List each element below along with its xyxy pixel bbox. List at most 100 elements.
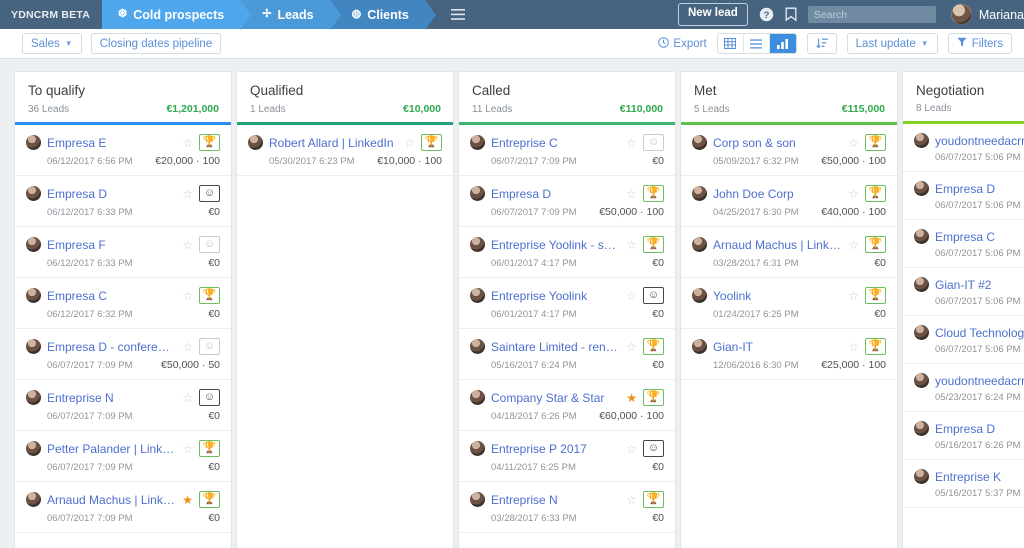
lead-name-link[interactable]: Cloud Technology xyxy=(935,326,1024,340)
lead-name-link[interactable]: Entreprise N xyxy=(47,391,176,405)
lead-card[interactable]: Entreprise N☆🏆03/28/2017 6:33 PM€0 xyxy=(459,482,675,533)
pipeline-name-button[interactable]: Closing dates pipeline xyxy=(91,33,222,54)
sort-dropdown-button[interactable]: Last update ▼ xyxy=(847,33,938,54)
tab-cold-prospects[interactable]: ❆Cold prospects xyxy=(102,0,240,29)
lead-card[interactable]: Entreprise N☆☺06/07/2017 7:09 PM€0 xyxy=(15,380,231,431)
lead-card[interactable]: Entreprise K☆05/16/2017 5:37 PM xyxy=(903,460,1024,508)
lead-name-link[interactable]: Empresa D - conference xyxy=(47,340,176,354)
search-input[interactable] xyxy=(808,6,936,23)
lead-card[interactable]: Empresa D☆☺06/12/2017 6:33 PM€0 xyxy=(15,176,231,227)
lead-card[interactable]: John Doe Corp☆🏆04/25/2017 6:30 PM€40,000… xyxy=(681,176,897,227)
tab-leads[interactable]: ✢Leads xyxy=(240,0,329,29)
user-menu[interactable]: Mariana xyxy=(947,4,1024,25)
lead-name-link[interactable]: Empresa D xyxy=(47,187,176,201)
smiley-badge-icon[interactable]: ☺ xyxy=(199,185,220,202)
star-icon[interactable]: ☆ xyxy=(626,341,637,353)
star-icon[interactable]: ☆ xyxy=(182,290,193,302)
lead-name-link[interactable]: Saintare Limited - renouve... xyxy=(491,340,620,354)
lead-card[interactable]: Arnaud Machus | LinkedIn☆🏆03/28/2017 6:3… xyxy=(681,227,897,278)
lead-name-link[interactable]: Arnaud Machus | LinkedIn xyxy=(713,238,842,252)
trophy-badge-icon[interactable]: 🏆 xyxy=(865,338,886,355)
star-icon[interactable]: ☆ xyxy=(848,239,859,251)
lead-name-link[interactable]: Entreprise Yoolink - sémin... xyxy=(491,238,620,252)
trophy-badge-icon[interactable]: 🏆 xyxy=(199,287,220,304)
star-icon[interactable]: ☆ xyxy=(182,341,193,353)
star-icon[interactable]: ☆ xyxy=(848,290,859,302)
trophy-badge-icon[interactable]: 🏆 xyxy=(643,338,664,355)
lead-name-link[interactable]: Empresa C xyxy=(47,289,176,303)
smiley-badge-icon[interactable]: ☺ xyxy=(199,236,220,253)
star-icon[interactable]: ☆ xyxy=(182,239,193,251)
lead-name-link[interactable]: John Doe Corp xyxy=(713,187,842,201)
lead-name-link[interactable]: Entreprise K xyxy=(935,470,1024,484)
hamburger-icon[interactable] xyxy=(437,0,479,29)
trophy-badge-icon[interactable]: 🏆 xyxy=(199,134,220,151)
star-icon[interactable]: ☆ xyxy=(182,188,193,200)
lead-card[interactable]: youdontneedacrm☆05/23/2017 6:24 PM xyxy=(903,364,1024,412)
smiley-badge-icon[interactable]: ☺ xyxy=(643,440,664,457)
lead-card[interactable]: Company Star & Star★🏆04/18/2017 6:26 PM€… xyxy=(459,380,675,431)
lead-name-link[interactable]: Empresa D xyxy=(935,422,1024,436)
lead-card[interactable]: Corp son & son☆🏆05/09/2017 6:32 PM€50,00… xyxy=(681,125,897,176)
lead-name-link[interactable]: Robert Allard | LinkedIn xyxy=(269,136,398,150)
star-icon[interactable]: ☆ xyxy=(182,137,193,149)
star-icon[interactable]: ☆ xyxy=(404,137,415,149)
star-icon[interactable]: ☆ xyxy=(626,239,637,251)
star-icon[interactable]: ★ xyxy=(626,392,637,404)
star-icon[interactable]: ☆ xyxy=(182,443,193,455)
lead-card[interactable]: Empresa C☆06/07/2017 5:06 PM xyxy=(903,220,1024,268)
lead-card[interactable]: Empresa D - conference☆☺06/07/2017 7:09 … xyxy=(15,329,231,380)
lead-name-link[interactable]: youdontneedacrm xyxy=(935,374,1024,388)
list-view-icon[interactable] xyxy=(744,34,770,53)
star-icon[interactable]: ★ xyxy=(182,494,193,506)
smiley-badge-icon[interactable]: ☺ xyxy=(199,338,220,355)
lead-card[interactable]: Arnaud Machus | LinkedIn★🏆06/07/2017 7:0… xyxy=(15,482,231,533)
smiley-badge-icon[interactable]: ☺ xyxy=(643,134,664,151)
trophy-badge-icon[interactable]: 🏆 xyxy=(199,440,220,457)
lead-name-link[interactable]: Gian-IT xyxy=(713,340,842,354)
star-icon[interactable]: ☆ xyxy=(626,137,637,149)
lead-name-link[interactable]: Corp son & son xyxy=(713,136,842,150)
tab-clients[interactable]: ◍Clients xyxy=(330,0,425,29)
trophy-badge-icon[interactable]: 🏆 xyxy=(865,134,886,151)
sort-descending-icon[interactable] xyxy=(807,33,837,54)
lead-name-link[interactable]: Gian-IT #2 xyxy=(935,278,1024,292)
lead-name-link[interactable]: Entreprise N xyxy=(491,493,620,507)
lead-card[interactable]: youdontneedacrm☆06/07/2017 5:06 PM xyxy=(903,124,1024,172)
lead-name-link[interactable]: Empresa E xyxy=(47,136,176,150)
pipeline-selector-button[interactable]: Sales ▼ xyxy=(22,33,82,54)
bookmark-icon[interactable] xyxy=(785,7,797,22)
lead-name-link[interactable]: Empresa D xyxy=(935,182,1024,196)
lead-card[interactable]: Petter Palander | LinkedIn☆🏆06/07/2017 7… xyxy=(15,431,231,482)
help-circle-icon[interactable]: ? xyxy=(759,7,774,22)
star-icon[interactable]: ☆ xyxy=(848,341,859,353)
chart-view-icon[interactable] xyxy=(770,34,796,53)
lead-name-link[interactable]: Empresa C xyxy=(935,230,1024,244)
lead-card[interactable]: Robert Allard | LinkedIn☆🏆05/30/2017 6:2… xyxy=(237,125,453,176)
lead-card[interactable]: Gian-IT #2☆06/07/2017 5:06 PM xyxy=(903,268,1024,316)
lead-card[interactable]: Entreprise Yoolink☆☺06/01/2017 4:17 PM€0 xyxy=(459,278,675,329)
lead-name-link[interactable]: Entreprise P 2017 xyxy=(491,442,620,456)
lead-card[interactable]: Empresa F☆☺06/12/2017 6:33 PM€0 xyxy=(15,227,231,278)
lead-name-link[interactable]: Entreprise Yoolink xyxy=(491,289,620,303)
lead-card[interactable]: Gian-IT☆🏆12/06/2016 6:30 PM€25,000 · 100 xyxy=(681,329,897,380)
lead-card[interactable]: Empresa D☆🏆06/07/2017 7:09 PM€50,000 · 1… xyxy=(459,176,675,227)
smiley-badge-icon[interactable]: ☺ xyxy=(643,287,664,304)
trophy-badge-icon[interactable]: 🏆 xyxy=(421,134,442,151)
lead-card[interactable]: Empresa D☆05/16/2017 6:26 PM xyxy=(903,412,1024,460)
lead-name-link[interactable]: Empresa D xyxy=(491,187,620,201)
lead-card[interactable]: Entreprise Yoolink - sémin...☆🏆06/01/201… xyxy=(459,227,675,278)
star-icon[interactable]: ☆ xyxy=(626,443,637,455)
filters-button[interactable]: Filters xyxy=(948,33,1012,54)
trophy-badge-icon[interactable]: 🏆 xyxy=(643,389,664,406)
lead-name-link[interactable]: youdontneedacrm xyxy=(935,134,1024,148)
grid-view-icon[interactable] xyxy=(718,34,744,53)
trophy-badge-icon[interactable]: 🏆 xyxy=(643,491,664,508)
lead-card[interactable]: Empresa E☆🏆06/12/2017 6:56 PM€20,000 · 1… xyxy=(15,125,231,176)
lead-name-link[interactable]: Company Star & Star xyxy=(491,391,620,405)
lead-name-link[interactable]: Empresa F xyxy=(47,238,176,252)
lead-name-link[interactable]: Entreprise C xyxy=(491,136,620,150)
lead-card[interactable]: Saintare Limited - renouve...☆🏆05/16/201… xyxy=(459,329,675,380)
export-button[interactable]: Export xyxy=(658,37,706,51)
star-icon[interactable]: ☆ xyxy=(848,188,859,200)
